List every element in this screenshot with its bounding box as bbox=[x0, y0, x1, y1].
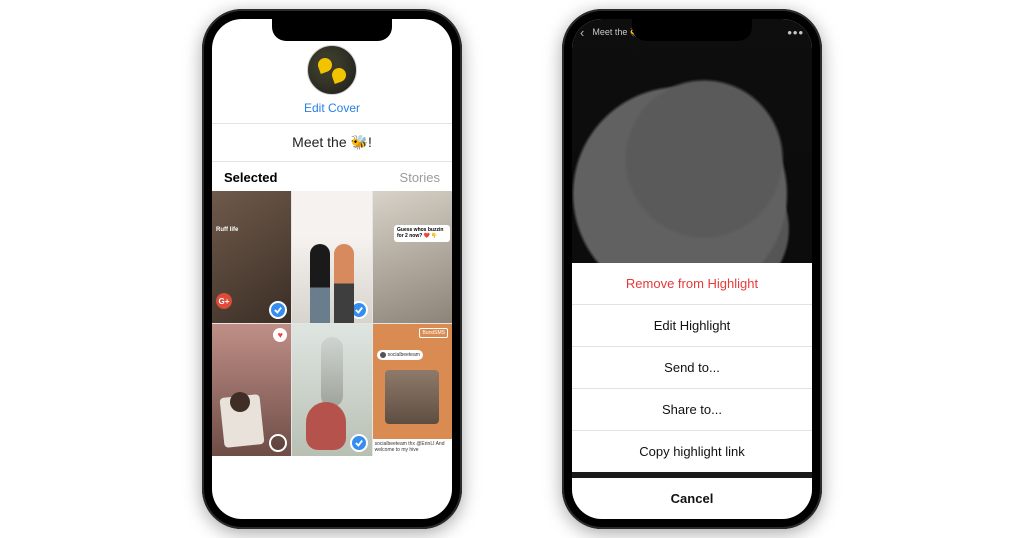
more-icon[interactable]: ••• bbox=[787, 25, 804, 40]
selected-check-icon[interactable] bbox=[269, 301, 287, 319]
thumb-photo bbox=[385, 370, 439, 424]
share-to-button[interactable]: Share to... bbox=[572, 388, 812, 430]
notch bbox=[272, 19, 392, 41]
thumb-caption: socialbeeteam thx @ErinLI And welcome to… bbox=[373, 439, 452, 456]
heart-icon: ♥ bbox=[273, 328, 287, 342]
phone-mockup-right: ‹ Meet the 🐝! 132w ••• Remove from Highl… bbox=[562, 9, 822, 529]
copy-highlight-link-button[interactable]: Copy highlight link bbox=[572, 430, 812, 472]
story-thumb[interactable] bbox=[292, 191, 371, 323]
thumb-caption: Guess whos buzzin for 2 now? ❤️ 👇 bbox=[394, 225, 450, 242]
action-sheet-cancel-group: Cancel bbox=[572, 478, 812, 519]
notch bbox=[632, 19, 752, 41]
unselected-ring-icon[interactable] bbox=[269, 434, 287, 452]
selected-check-icon[interactable] bbox=[350, 434, 368, 452]
story-thumb[interactable]: BurstSMS socialbeeteam socialbeeteam thx… bbox=[373, 324, 452, 456]
highlight-tabs: Selected Stories bbox=[212, 162, 452, 191]
story-thumb[interactable]: Guess whos buzzin for 2 now? ❤️ 👇 bbox=[373, 191, 452, 323]
edit-highlight-button[interactable]: Edit Highlight bbox=[572, 304, 812, 346]
screen-highlight-actions: ‹ Meet the 🐝! 132w ••• Remove from Highl… bbox=[572, 19, 812, 519]
send-to-button[interactable]: Send to... bbox=[572, 346, 812, 388]
story-grid: Ruff life G+ Guess whos buzzin for 2 now… bbox=[212, 191, 452, 456]
thumb-user: socialbeeteam bbox=[377, 350, 423, 360]
story-thumb[interactable] bbox=[292, 324, 371, 456]
highlight-cover-image[interactable] bbox=[307, 45, 357, 95]
screen-edit-highlight: Edit Cover Meet the 🐝! Selected Stories … bbox=[212, 19, 452, 519]
selected-check-icon[interactable] bbox=[350, 301, 368, 319]
thumb-tag: BurstSMS bbox=[419, 328, 448, 338]
phone-mockup-left: Edit Cover Meet the 🐝! Selected Stories … bbox=[202, 9, 462, 529]
story-thumb[interactable]: ♥ bbox=[212, 324, 291, 456]
highlight-title-input[interactable]: Meet the 🐝! bbox=[212, 124, 452, 162]
story-thumb[interactable]: Ruff life G+ bbox=[212, 191, 291, 323]
thumb-caption: Ruff life bbox=[216, 227, 238, 233]
back-chevron-icon[interactable]: ‹ bbox=[580, 25, 584, 40]
remove-from-highlight-button[interactable]: Remove from Highlight bbox=[572, 263, 812, 304]
tab-stories[interactable]: Stories bbox=[400, 170, 440, 185]
gplus-icon: G+ bbox=[216, 293, 232, 309]
action-sheet: Remove from Highlight Edit Highlight Sen… bbox=[572, 263, 812, 519]
action-sheet-group: Remove from Highlight Edit Highlight Sen… bbox=[572, 263, 812, 472]
cancel-button[interactable]: Cancel bbox=[572, 478, 812, 519]
edit-cover-link[interactable]: Edit Cover bbox=[212, 101, 452, 124]
tab-selected[interactable]: Selected bbox=[224, 170, 277, 185]
